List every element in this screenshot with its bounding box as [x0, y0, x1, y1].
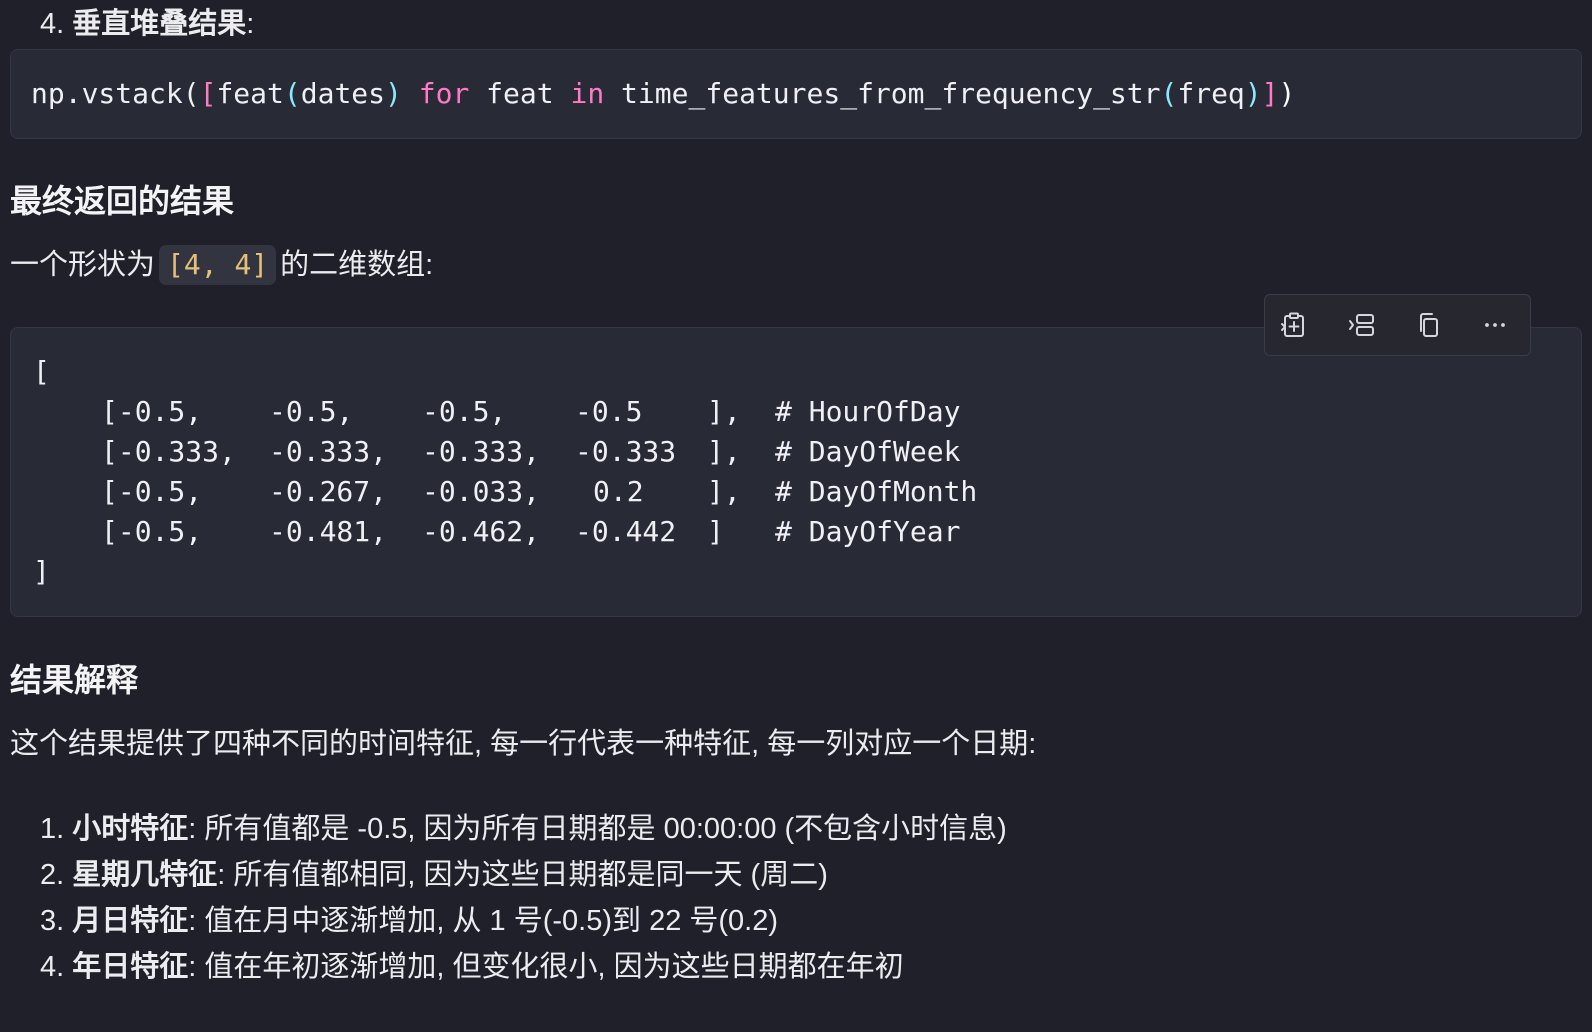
explanation-intro: 这个结果提供了四种不同的时间特征, 每一行代表一种特征, 每一列对应一个日期: [10, 728, 1037, 760]
matrix-row: [-0.5, -0.267, -0.033, 0.2 ], # DayOfMon… [33, 472, 977, 512]
matrix-cell: -0.5, [422, 395, 507, 428]
code-token: ( [283, 77, 301, 110]
code-token: ) [385, 77, 402, 110]
insert-new-block-button[interactable] [1344, 307, 1380, 343]
list-item: 1. 小时特征: 所有值都是 -0.5, 因为所有日期都是 00:00:00 (… [40, 806, 1007, 852]
code-token: ( [1160, 77, 1178, 110]
copy-icon [1420, 313, 1438, 337]
code-keyword-in: in [570, 77, 605, 110]
matrix-cell: -0.333, [269, 435, 388, 468]
list-item-text: : 所有值都相同, 因为这些日期都是同一天 (周二) [217, 859, 828, 891]
matrix-row-end: ] [707, 515, 724, 548]
code-token: dates [300, 77, 386, 110]
matrix-code: [ [-0.5, -0.5, -0.5, -0.5 ], # HourOfDay… [33, 352, 977, 592]
list-item-text: : 值在年初逐渐增加, 但变化很小, 因为这些日期都在年初 [188, 951, 904, 983]
matrix-row: [-0.333, -0.333, -0.333, -0.333 ], # Day… [33, 432, 960, 472]
list-item-number: 2. [40, 859, 65, 891]
code-block-vstack[interactable]: np.vstack([feat(dates) for feat in time_… [10, 49, 1582, 139]
list-item-label: 星期几特征 [72, 859, 218, 891]
matrix-cell: -0.267, [269, 475, 388, 508]
matrix-row-end: ], [707, 395, 741, 428]
matrix-cell: -0.033, [422, 475, 541, 508]
list-item-number: 4. [40, 951, 65, 983]
matrix-cell: -0.5, [269, 395, 354, 428]
matrix-cell: [-0.5, [101, 515, 203, 548]
code-token: time_features_from_frequency_str [604, 77, 1161, 110]
matrix-close-bracket: ] [33, 555, 50, 588]
code-token: ) [1278, 77, 1296, 110]
more-button[interactable] [1477, 307, 1513, 343]
matrix-cell: [-0.5, [101, 395, 203, 428]
list-item-text: : 值在月中逐渐增加, 从 1 号(-0.5)到 22 号(0.2) [188, 905, 779, 937]
feature-explanation-list: 1. 小时特征: 所有值都是 -0.5, 因为所有日期都是 00:00:00 (… [40, 806, 1007, 990]
more-icon [1485, 323, 1505, 327]
code-token: np.vstack( [31, 77, 200, 110]
step-4-colon: : [246, 8, 255, 40]
list-item-text: : 所有值都是 -0.5, 因为所有日期都是 00:00:00 (不包含小时信息… [188, 813, 1007, 845]
list-item: 4. 年日特征: 值在年初逐渐增加, 但变化很小, 因为这些日期都在年初 [40, 944, 1007, 990]
desc-pre: 一个形状为 [10, 249, 156, 281]
matrix-row: [-0.5, -0.481, -0.462, -0.442 ] # DayOfY… [33, 512, 960, 552]
code-token: freq [1177, 77, 1245, 110]
matrix-row-end: ], [707, 435, 741, 468]
insert-at-cursor-icon [1281, 312, 1304, 337]
matrix-open-line: [ [33, 352, 134, 392]
list-item-label: 小时特征 [72, 813, 189, 845]
matrix-cell: 0.2 [593, 475, 644, 508]
code-block-matrix[interactable]: [ [-0.5, -0.5, -0.5, -0.5 ], # HourOfDay… [10, 327, 1582, 617]
code-token: ) [1244, 77, 1262, 110]
insert-at-cursor-button[interactable] [1277, 307, 1313, 343]
matrix-comment: # DayOfYear [775, 515, 961, 548]
step-4-heading: 4. 垂直堆叠结果: [40, 4, 254, 44]
matrix-row-end: ], [707, 475, 741, 508]
matrix-cell: -0.481, [269, 515, 388, 548]
code-keyword-for: for [418, 77, 470, 110]
result-shape-description: 一个形状为 [4, 4] 的二维数组: [10, 245, 433, 285]
desc-post: 的二维数组: [280, 249, 434, 281]
matrix-open-bracket: [ [33, 355, 50, 388]
list-item: 3. 月日特征: 值在月中逐渐增加, 从 1 号(-0.5)到 22 号(0.2… [40, 898, 1007, 944]
step-4-title: 垂直堆叠结果 [72, 8, 247, 40]
copy-button[interactable] [1411, 307, 1447, 343]
list-item-label: 年日特征 [72, 951, 189, 983]
section-title-result-explanation: 结果解释 [10, 662, 139, 698]
code-token: feat [469, 77, 571, 110]
matrix-cell: -0.442 [575, 515, 677, 548]
code-token: ] [1261, 77, 1279, 110]
step-4-number: 4. [40, 8, 65, 40]
code-token: feat [216, 77, 284, 110]
matrix-row: [-0.5, -0.5, -0.5, -0.5 ], # HourOfDay [33, 392, 960, 432]
code-token: [ [199, 77, 217, 110]
insert-new-block-icon [1349, 314, 1374, 336]
matrix-cell: [-0.333, [101, 435, 236, 468]
matrix-cell: -0.5 [575, 395, 643, 428]
list-item: 2. 星期几特征: 所有值都相同, 因为这些日期都是同一天 (周二) [40, 852, 1007, 898]
matrix-comment: # DayOfMonth [775, 475, 978, 508]
inline-code-shape: [4, 4] [159, 245, 277, 285]
section-title-final-result: 最终返回的结果 [10, 183, 235, 219]
list-item-label: 月日特征 [72, 905, 189, 937]
matrix-cell: [-0.5, [101, 475, 203, 508]
list-item-number: 3. [40, 905, 65, 937]
list-item-number: 1. [40, 813, 65, 845]
code-block-toolbar [1264, 294, 1531, 356]
matrix-comment: # DayOfWeek [775, 435, 961, 468]
matrix-cell: -0.333, [422, 435, 541, 468]
matrix-cell: -0.462, [422, 515, 541, 548]
matrix-close-line: ] [33, 552, 134, 592]
code-line-vstack: np.vstack([feat(dates) for feat in time_… [31, 74, 1295, 114]
matrix-comment: # HourOfDay [775, 395, 961, 428]
matrix-cell: -0.333 [575, 435, 677, 468]
